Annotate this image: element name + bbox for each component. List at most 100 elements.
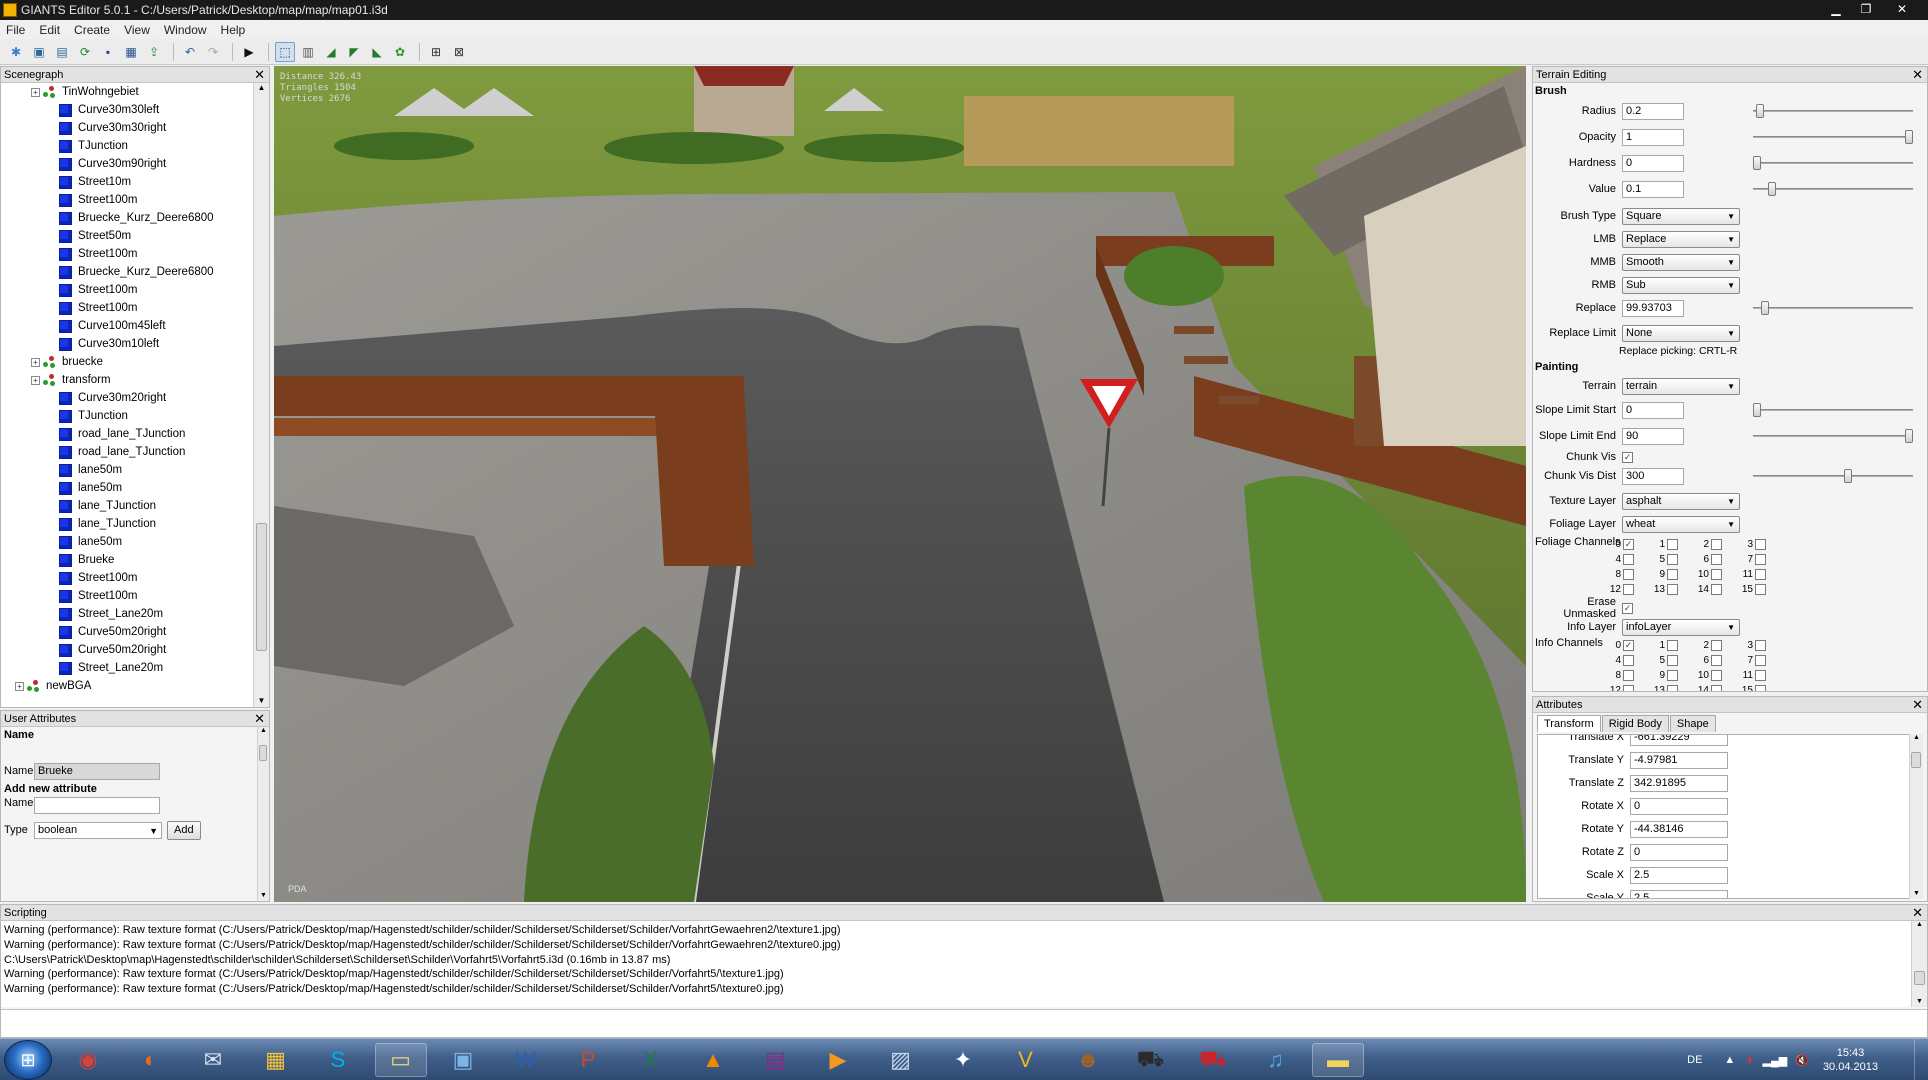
attribute-value-input[interactable]: -44.38146 — [1630, 820, 1728, 838]
opacity-slider[interactable] — [1753, 136, 1913, 138]
scenegraph-node[interactable]: TJunction — [1, 407, 253, 425]
info-layer-select[interactable]: infoLayer ▼ — [1622, 618, 1740, 636]
info-channel-checkbox[interactable] — [1711, 639, 1722, 651]
select-mode-icon[interactable]: ⬚ — [275, 41, 295, 62]
terrain-smooth-icon[interactable]: ◣ — [367, 42, 387, 62]
scenegraph-node[interactable]: Street100m — [1, 245, 253, 263]
winrar-icon[interactable]: ▤ — [750, 1043, 802, 1077]
cad-icon[interactable]: V — [1000, 1043, 1052, 1077]
scenegraph-node[interactable]: + newBGA — [1, 677, 253, 695]
info-channel-checkbox[interactable] — [1667, 639, 1678, 651]
info-channel-checkbox[interactable] — [1711, 669, 1722, 681]
foliage-channel-checkbox[interactable] — [1711, 538, 1722, 550]
scroll-up-icon[interactable]: ▲ — [254, 83, 269, 92]
explorer-icon[interactable]: ▭ — [374, 1043, 427, 1077]
play-icon[interactable]: ▶ — [239, 42, 259, 62]
scroll-down-icon[interactable]: ▼ — [1910, 890, 1923, 897]
attribute-value-input[interactable]: 2.5 — [1630, 889, 1728, 898]
scenegraph-node[interactable]: Brueke — [1, 551, 253, 569]
new-scene-icon[interactable]: ✱ — [6, 42, 26, 62]
foliage-channel-checkbox[interactable] — [1667, 568, 1678, 580]
scenegraph-tree[interactable]: + TinWohngebiet Curve30m30left Curve30m30ri… — [1, 83, 253, 707]
attribute-value-input[interactable]: 2.5 — [1630, 866, 1728, 884]
scenegraph-node[interactable]: Curve50m20right — [1, 623, 253, 641]
close-icon[interactable]: ✕ — [1912, 67, 1923, 82]
tractor-icon[interactable]: ⛟ — [1125, 1043, 1177, 1077]
foliage-channel-checkbox[interactable]: ✓ — [1623, 538, 1634, 550]
snap-icon[interactable]: ⊞ — [426, 42, 446, 62]
scenegraph-node[interactable]: road_lane_TJunction — [1, 425, 253, 443]
attribute-value-input[interactable]: 342.91895 — [1630, 774, 1728, 792]
scenegraph-node[interactable]: lane_TJunction — [1, 515, 253, 533]
foliage-channel-checkbox[interactable] — [1667, 583, 1678, 595]
info-channel-checkbox[interactable] — [1623, 654, 1634, 666]
hardness-slider-thumb[interactable] — [1753, 156, 1761, 170]
node-name-field[interactable]: Brueke — [34, 762, 160, 780]
opacity-input[interactable]: 1 — [1622, 128, 1684, 146]
scenegraph-node[interactable]: Street100m — [1, 587, 253, 605]
foliage-channel-checkbox[interactable] — [1623, 583, 1634, 595]
scrollbar-thumb[interactable] — [256, 523, 267, 651]
close-icon[interactable]: ✕ — [254, 711, 265, 726]
attribute-value-input[interactable]: 0 — [1630, 843, 1728, 861]
save-all-icon[interactable]: ▦ — [121, 42, 141, 62]
value-slider-thumb[interactable] — [1768, 182, 1777, 196]
scenegraph-node[interactable]: Curve50m20right — [1, 641, 253, 659]
scroll-up-icon[interactable]: ▲ — [258, 727, 269, 734]
scenegraph-node[interactable]: Curve30m30left — [1, 101, 253, 119]
excel-icon[interactable]: X — [625, 1043, 677, 1077]
tray-app-icon[interactable]: ✈ — [1745, 1054, 1754, 1067]
word-icon[interactable]: W — [500, 1043, 552, 1077]
slope-end-input[interactable]: 90 — [1622, 427, 1684, 445]
user-attributes-scrollbar[interactable]: ▲ ▼ — [257, 727, 269, 901]
expand-icon[interactable]: + — [15, 681, 24, 691]
media-player-icon[interactable]: ▶ — [812, 1043, 864, 1077]
scenegraph-node[interactable]: Street100m — [1, 191, 253, 209]
scenegraph-node[interactable]: Curve30m10left — [1, 335, 253, 353]
terrain-select[interactable]: terrain ▼ — [1622, 377, 1740, 395]
foliage-channel-checkbox[interactable] — [1711, 553, 1722, 565]
scenegraph-node[interactable]: Street50m — [1, 227, 253, 245]
add-attribute-button[interactable]: Add — [167, 820, 201, 840]
slope-start-slider[interactable] — [1753, 409, 1913, 411]
scrollbar-thumb[interactable] — [1914, 971, 1925, 985]
scenegraph-node[interactable]: Curve30m30right — [1, 119, 253, 137]
scenegraph-node[interactable]: lane_TJunction — [1, 497, 253, 515]
opacity-slider-thumb[interactable] — [1905, 130, 1913, 144]
close-button[interactable]: ✕ — [1882, 0, 1922, 18]
scenegraph-scrollbar[interactable]: ▲ ▼ — [253, 83, 269, 707]
close-icon[interactable]: ✕ — [1912, 697, 1923, 712]
clock[interactable]: 15:43 30.04.2013 — [1823, 1046, 1878, 1074]
info-channel-checkbox[interactable] — [1667, 684, 1678, 691]
3d-viewport[interactable]: Distance 326.43 Triangles 1504 Vertices … — [274, 66, 1526, 902]
scrollbar-thumb[interactable] — [259, 745, 267, 761]
slope-start-input[interactable]: 0 — [1622, 401, 1684, 419]
menu-edit[interactable]: Edit — [39, 23, 60, 37]
lmb-select[interactable]: Replace ▼ — [1622, 230, 1740, 248]
menu-file[interactable]: File — [6, 23, 25, 37]
import-icon[interactable]: ▤ — [52, 42, 72, 62]
scenegraph-node[interactable]: Curve30m90right — [1, 155, 253, 173]
info-channel-checkbox[interactable] — [1755, 654, 1766, 666]
info-channel-checkbox[interactable] — [1755, 669, 1766, 681]
chunk-vis-dist-slider-thumb[interactable] — [1844, 469, 1853, 483]
texture-layer-select[interactable]: asphalt ▼ — [1622, 492, 1740, 510]
start-button[interactable]: ⊞ — [4, 1040, 52, 1080]
menu-create[interactable]: Create — [74, 23, 110, 37]
remote-icon[interactable]: ▨ — [875, 1043, 927, 1077]
slope-end-slider[interactable] — [1753, 435, 1913, 437]
script-log-scrollbar[interactable]: ▲ ▼ — [1911, 921, 1927, 1007]
redo-icon[interactable]: ↷ — [203, 42, 223, 62]
replace-input[interactable]: 99.93703 — [1622, 299, 1684, 317]
scenegraph-node[interactable]: Street100m — [1, 281, 253, 299]
volume-icon[interactable]: 🔇 — [1795, 1054, 1809, 1067]
scroll-up-icon[interactable]: ▲ — [1910, 734, 1923, 741]
gimp-icon[interactable]: ✦ — [937, 1043, 989, 1077]
thunderbird-icon[interactable]: ✉ — [187, 1043, 239, 1077]
replace-slider-thumb[interactable] — [1760, 301, 1769, 315]
vlc-icon[interactable]: ▲ — [687, 1043, 739, 1077]
foliage-channel-checkbox[interactable] — [1623, 553, 1634, 565]
scenegraph-node[interactable]: Bruecke_Kurz_Deere6800 — [1, 263, 253, 281]
expand-icon[interactable]: + — [31, 375, 40, 385]
foliage-layer-select[interactable]: wheat ▼ — [1622, 515, 1740, 533]
